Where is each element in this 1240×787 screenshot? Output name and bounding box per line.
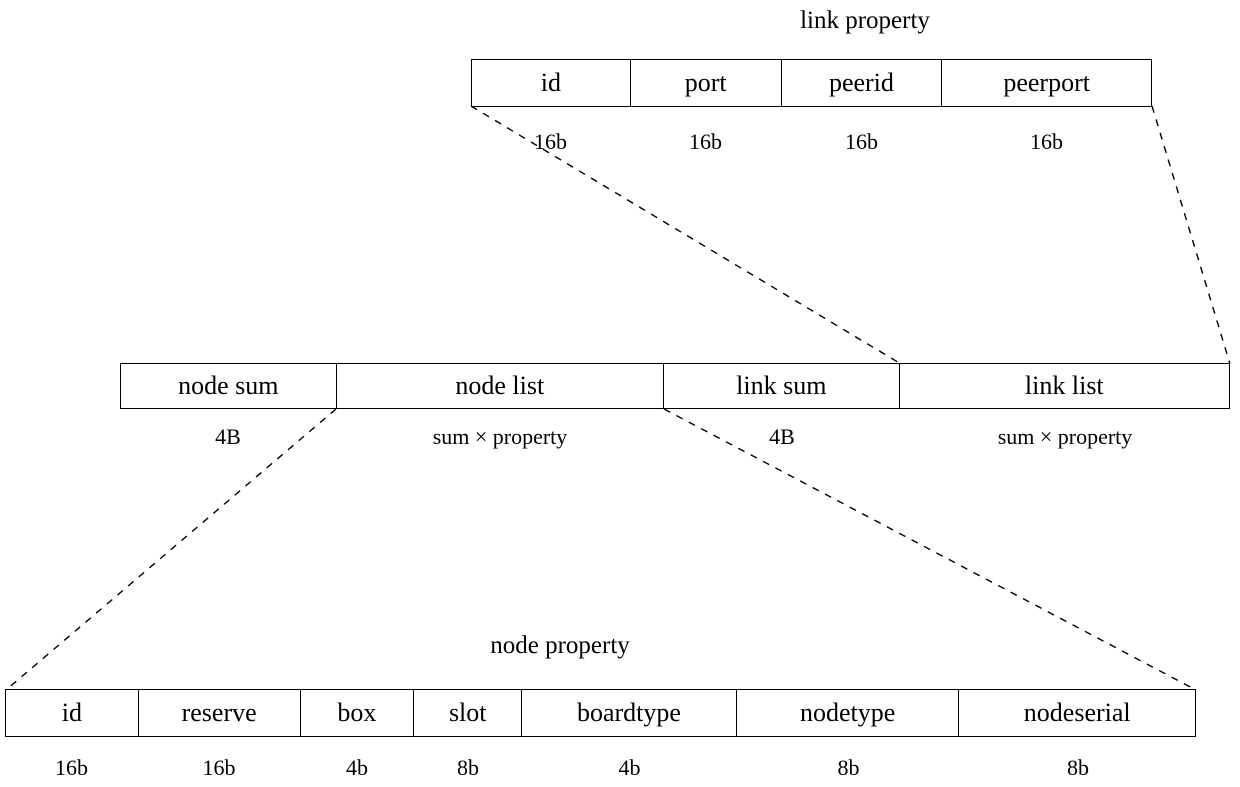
link-field-peerid: peerid: [782, 60, 943, 106]
connector-link-right: [1151, 105, 1231, 365]
link-property-sizes: 16b 16b 16b 16b: [471, 131, 1152, 153]
node-size-reserve: 16b: [202, 755, 236, 780]
link-size-port: 16b: [689, 129, 722, 154]
link-field-id: id: [472, 60, 631, 106]
packet-sizes: 4B sum × property 4B sum × property: [120, 426, 1230, 448]
node-field-reserve: reserve: [139, 690, 301, 736]
node-field-boardtype: boardtype: [522, 690, 737, 736]
packet-field-node-sum: node sum: [121, 364, 337, 408]
node-field-id: id: [6, 690, 139, 736]
packet-table: node sum node list link sum link list: [120, 363, 1230, 409]
packet-size-node-list: sum × property: [432, 424, 568, 449]
packet-field-link-list: link list: [1024, 371, 1104, 400]
node-size-nodeserial: 8b: [1067, 755, 1089, 780]
link-size-id: 16b: [534, 129, 567, 154]
node-field-nodeserial: nodeserial: [1023, 698, 1131, 727]
node-size-boardtype: 4b: [618, 755, 641, 780]
node-size-slot: 8b: [457, 755, 479, 780]
link-property-table: id port peerid peerport: [471, 59, 1152, 107]
link-property-title: link property: [800, 7, 930, 34]
node-property-table: id reserve box slot boardtype nodetype n…: [5, 689, 1196, 737]
link-size-peerport: 16b: [1030, 129, 1063, 154]
link-field-peerport: peerport: [1003, 68, 1090, 97]
link-field-port: port: [631, 60, 782, 106]
node-size-nodetype: 8b: [837, 755, 860, 780]
node-field-box: box: [301, 690, 415, 736]
connector-node-right: [663, 408, 1197, 691]
packet-field-link-sum: link sum: [664, 364, 900, 408]
node-property-title: node property: [490, 632, 630, 659]
packet-field-node-list: node list: [337, 364, 665, 408]
packet-size-link-list: sum × property: [997, 424, 1133, 449]
node-field-nodetype: nodetype: [737, 690, 960, 736]
node-size-box: 4b: [346, 755, 368, 780]
diagram-canvas: link property id port peerid peerport 16…: [0, 0, 1240, 787]
packet-size-node-sum: 4B: [215, 424, 241, 449]
link-size-peerid: 16b: [845, 129, 878, 154]
packet-size-link-sum: 4B: [769, 424, 795, 449]
node-size-id: 16b: [55, 755, 88, 780]
node-field-slot: slot: [414, 690, 523, 736]
node-property-sizes: 16b 16b 4b 8b 4b 8b 8b: [5, 757, 1196, 779]
connector-node-left: [5, 408, 337, 691]
